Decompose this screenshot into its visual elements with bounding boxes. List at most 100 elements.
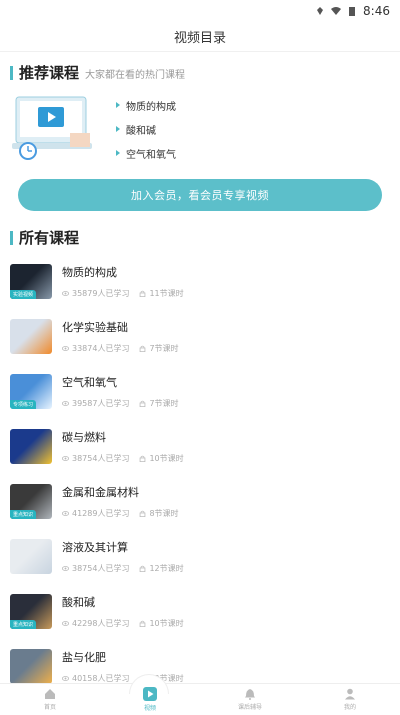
course-title: 酸和碱: [62, 596, 95, 609]
recommend-item[interactable]: 酸和碱: [116, 119, 176, 139]
recommend-subtitle: 大家都在看的热门课程: [85, 70, 186, 81]
course-row[interactable]: 专项练习 空气和氧气 39587人已学习 7节课时: [0, 364, 400, 419]
course-info: 金属和金属材料 41289人已学习 8节课时: [62, 484, 179, 519]
course-list: 实验视频 物质的构成 35879人已学习 11节课时 化学实验基础 33874人…: [0, 254, 400, 694]
course-learners: 41289人已学习: [72, 509, 130, 518]
course-thumbnail: [10, 319, 52, 354]
lock-icon: [140, 400, 146, 407]
home-icon: [45, 689, 55, 699]
eye-icon: [62, 346, 69, 351]
course-meta: 33874人已学习 7节课时: [62, 343, 179, 354]
course-learners: 38754人已学习: [72, 564, 130, 573]
eye-icon: [62, 566, 69, 571]
course-info: 化学实验基础 33874人已学习 7节课时: [62, 319, 179, 354]
section-accent-bar: [10, 65, 13, 80]
recommend-item-label: 物质的构成: [126, 101, 176, 113]
course-meta: 38754人已学习 12节课时: [62, 563, 184, 574]
lock-icon: [140, 510, 146, 517]
lock-icon: [140, 620, 146, 627]
course-info: 酸和碱 42298人已学习 10节课时: [62, 594, 184, 629]
course-thumbnail: [10, 539, 52, 574]
course-lessons: 12节课时: [149, 564, 184, 573]
course-info: 物质的构成 35879人已学习 11节课时: [62, 264, 184, 299]
course-thumbnail: 实验视频: [10, 264, 52, 299]
course-thumbnail: 重点知识: [10, 594, 52, 629]
recommend-illustration: [10, 93, 102, 163]
battery-icon: [349, 7, 356, 16]
course-row[interactable]: 碳与燃料 38754人已学习 10节课时: [0, 419, 400, 474]
recommend-item-label: 空气和氧气: [126, 149, 176, 161]
course-title: 空气和氧气: [62, 376, 117, 389]
course-meta: 35879人已学习 11节课时: [62, 288, 184, 299]
lock-icon: [140, 290, 146, 297]
course-title: 溶液及其计算: [62, 541, 128, 554]
nav-label: 我的: [343, 704, 356, 711]
status-time: 8:46: [363, 4, 390, 18]
course-row[interactable]: 实验视频 物质的构成 35879人已学习 11节课时: [0, 254, 400, 309]
eye-icon: [62, 676, 69, 681]
course-lessons: 7节课时: [149, 344, 179, 353]
all-courses-header: 所有课程: [0, 227, 400, 248]
course-learners: 39587人已学习: [72, 399, 130, 408]
eye-icon: [62, 401, 69, 406]
recommend-item[interactable]: 空气和氧气: [116, 143, 176, 163]
eye-icon: [62, 511, 69, 516]
nav-label: 首页: [43, 704, 56, 711]
lock-icon: [140, 345, 146, 352]
course-thumbnail: [10, 649, 52, 684]
location-icon: [317, 7, 324, 15]
course-row[interactable]: 溶液及其计算 38754人已学习 12节课时: [0, 529, 400, 584]
recommend-title: 推荐课程: [19, 64, 80, 82]
recommend-header: 推荐课程 大家都在看的热门课程: [0, 62, 400, 83]
course-learners: 33874人已学习: [72, 344, 130, 353]
nav-label: 视频: [143, 705, 156, 712]
wifi-icon: [331, 7, 342, 15]
top-bar: 视频目录: [0, 22, 400, 52]
bottom-nav: 首页 视频 课后辅导 我的: [0, 674, 400, 715]
course-lessons: 10节课时: [149, 619, 184, 628]
course-thumbnail: [10, 429, 52, 464]
nav-item-home[interactable]: 首页: [0, 684, 100, 715]
recommend-block: 物质的构成 酸和碱 空气和氧气: [0, 83, 400, 165]
arrow-right-icon: [116, 150, 120, 156]
nav-item-profile[interactable]: 我的: [300, 684, 400, 715]
course-thumbnail: 重点知识: [10, 484, 52, 519]
course-row[interactable]: 重点知识 酸和碱 42298人已学习 10节课时: [0, 584, 400, 639]
course-learners: 35879人已学习: [72, 289, 130, 298]
arrow-right-icon: [116, 102, 120, 108]
course-lessons: 7节课时: [149, 399, 179, 408]
section-accent-bar: [10, 230, 13, 245]
course-info: 溶液及其计算 38754人已学习 12节课时: [62, 539, 184, 574]
all-courses-title: 所有课程: [19, 229, 80, 247]
course-learners: 42298人已学习: [72, 619, 130, 628]
recommend-item[interactable]: 物质的构成: [116, 95, 176, 115]
video-icon: [143, 687, 157, 701]
nav-item-video[interactable]: 视频: [100, 684, 200, 715]
person-icon: [345, 688, 355, 700]
course-row[interactable]: 重点知识 金属和金属材料 41289人已学习 8节课时: [0, 474, 400, 529]
course-title: 碳与燃料: [62, 431, 106, 444]
course-meta: 39587人已学习 7节课时: [62, 398, 179, 409]
arrow-right-icon: [116, 126, 120, 132]
eye-icon: [62, 621, 69, 626]
course-thumbnail: 专项练习: [10, 374, 52, 409]
course-title: 金属和金属材料: [62, 486, 139, 499]
eye-icon: [62, 456, 69, 461]
course-learners: 38754人已学习: [72, 454, 130, 463]
nav-item-tutoring[interactable]: 课后辅导: [200, 684, 300, 715]
course-title: 盐与化肥: [62, 651, 106, 664]
eye-icon: [62, 291, 69, 296]
course-tag: 重点知识: [10, 510, 37, 519]
course-info: 碳与燃料 38754人已学习 10节课时: [62, 429, 184, 464]
status-bar: 8:46: [0, 0, 400, 22]
course-meta: 41289人已学习 8节课时: [62, 508, 179, 519]
join-member-button[interactable]: 加入会员，看会员专享视频: [18, 179, 382, 211]
course-tag: 实验视频: [10, 290, 37, 299]
course-tag: 重点知识: [10, 620, 37, 629]
course-row[interactable]: 化学实验基础 33874人已学习 7节课时: [0, 309, 400, 364]
lock-icon: [140, 565, 146, 572]
course-tag: 专项练习: [10, 400, 37, 409]
course-meta: 38754人已学习 10节课时: [62, 453, 184, 464]
course-lessons: 8节课时: [149, 509, 179, 518]
course-meta: 42298人已学习 10节课时: [62, 618, 184, 629]
